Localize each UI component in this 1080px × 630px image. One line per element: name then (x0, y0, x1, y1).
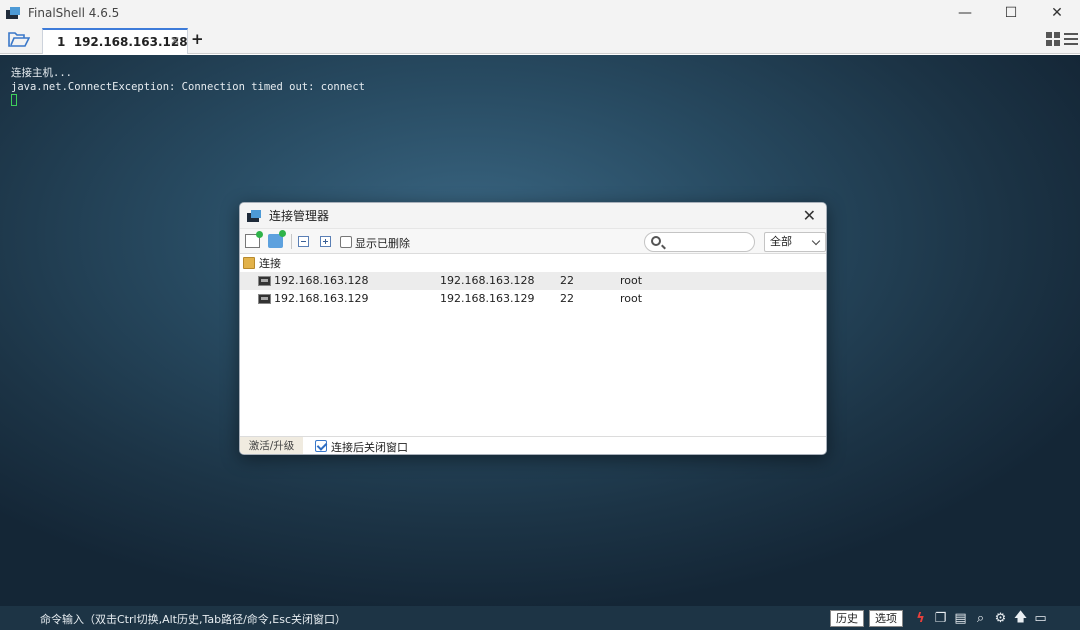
command-bar: 命令输入（双击Ctrl切换,Alt历史,Tab路径/命令,Esc关闭窗口） 历史… (0, 606, 1080, 630)
window-icon[interactable]: ▭ (1032, 610, 1049, 627)
chevron-down-icon (811, 236, 821, 246)
terminal-line: 连接主机... (11, 67, 72, 79)
tab-close-icon[interactable]: ✕ (170, 34, 180, 48)
close-after-connect-label: 连接后关闭窗口 (331, 441, 408, 454)
paste-icon[interactable]: ▤ (952, 610, 969, 627)
connection-host: 192.168.163.129 (440, 292, 535, 305)
show-deleted-label: 显示已删除 (355, 237, 410, 250)
connection-manager-dialog: 连接管理器 ✕ 显示已删除 全部 连接 192.168.163.128 192.… (239, 202, 827, 455)
layout-controls (1046, 32, 1078, 46)
command-bar-icons: ϟ ❐ ▤ ⌕ ⚙ 🡅 ▭ (912, 610, 1049, 627)
title-bar: FinalShell 4.6.5 — ☐ ✕ (0, 0, 1080, 26)
new-connection-icon[interactable] (245, 231, 263, 248)
group-label: 连接 (259, 257, 281, 270)
dialog-title: 连接管理器 (269, 209, 330, 223)
group-row[interactable]: 连接 (240, 254, 826, 272)
menu-icon[interactable] (1064, 32, 1078, 46)
connection-user: root (620, 292, 643, 305)
activate-upgrade-button[interactable]: 激活/升级 (240, 437, 303, 454)
toolbar-separator (291, 234, 292, 249)
dialog-logo-icon (247, 209, 261, 222)
connection-row[interactable]: 192.168.163.128 192.168.163.128 22 root (240, 272, 826, 290)
dialog-close-icon[interactable]: ✕ (803, 206, 816, 225)
window-title: FinalShell 4.6.5 (28, 6, 120, 20)
flash-icon[interactable]: ϟ (912, 610, 929, 627)
search-icon[interactable]: ⌕ (972, 610, 989, 627)
dialog-title-bar: 连接管理器 ✕ (240, 203, 826, 228)
connection-port: 22 (560, 274, 574, 287)
terminal-line: java.net.ConnectException: Connection ti… (11, 81, 366, 93)
open-folder-icon[interactable] (8, 31, 30, 49)
connection-name: 192.168.163.128 (274, 274, 369, 287)
upload-icon[interactable]: 🡅 (1012, 610, 1029, 627)
dialog-toolbar: 显示已删除 全部 (240, 228, 826, 254)
minimize-button[interactable]: — (942, 0, 988, 26)
close-window-button[interactable]: ✕ (1034, 0, 1080, 26)
new-folder-icon[interactable] (268, 230, 286, 248)
dialog-footer: 激活/升级 连接后关闭窗口 (240, 436, 826, 454)
show-deleted-checkbox[interactable] (340, 236, 352, 248)
expand-all-icon[interactable] (320, 236, 331, 247)
terminal-icon (258, 276, 271, 286)
history-button[interactable]: 历史 (830, 610, 864, 627)
connection-list: 连接 192.168.163.128 192.168.163.128 22 ro… (240, 254, 826, 436)
connection-row[interactable]: 192.168.163.129 192.168.163.129 22 root (240, 290, 826, 308)
close-after-connect-checkbox[interactable] (315, 440, 327, 452)
terminal-output: 连接主机... java.net.ConnectException: Connec… (11, 66, 365, 108)
terminal-cursor (11, 94, 17, 106)
window-controls: — ☐ ✕ (942, 0, 1080, 26)
search-input[interactable] (644, 232, 755, 252)
terminal-icon (258, 294, 271, 304)
maximize-button[interactable]: ☐ (988, 0, 1034, 26)
connection-host: 192.168.163.128 (440, 274, 535, 287)
collapse-all-icon[interactable] (298, 236, 309, 247)
options-button[interactable]: 选项 (869, 610, 903, 627)
connection-user: root (620, 274, 643, 287)
connection-name: 192.168.163.129 (274, 292, 369, 305)
filter-select[interactable]: 全部 (764, 232, 826, 252)
copy-icon[interactable]: ❐ (932, 610, 949, 627)
folder-icon (243, 257, 255, 269)
tab-bar: 1 192.168.163.128 ✕ + (0, 26, 1080, 54)
app-logo-icon (6, 7, 20, 19)
tab-label: 1 192.168.163.128 (57, 35, 188, 49)
settings-icon[interactable]: ⚙ (992, 610, 1009, 627)
search-icon (651, 236, 661, 246)
filter-selected-value: 全部 (770, 235, 792, 248)
tab-session[interactable]: 1 192.168.163.128 ✕ (42, 28, 188, 54)
add-tab-button[interactable]: + (191, 30, 204, 48)
command-input[interactable]: 命令输入（双击Ctrl切换,Alt历史,Tab路径/命令,Esc关闭窗口） (40, 611, 346, 627)
grid-layout-icon[interactable] (1046, 32, 1060, 46)
connection-port: 22 (560, 292, 574, 305)
